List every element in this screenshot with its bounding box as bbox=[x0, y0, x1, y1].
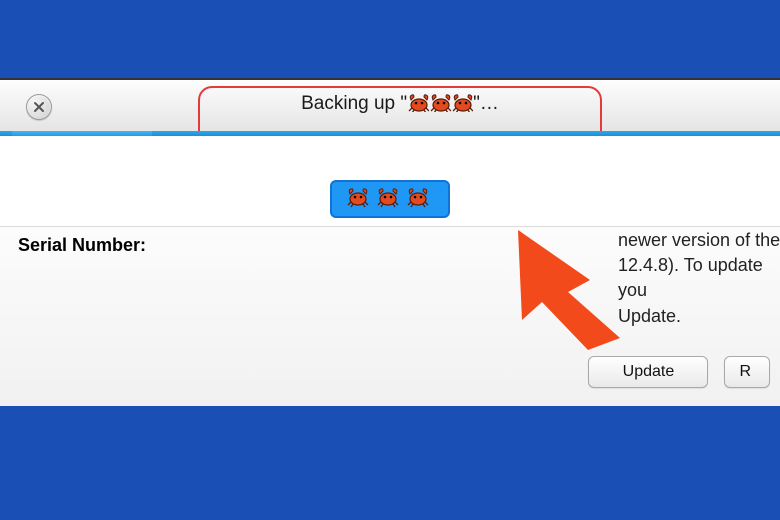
status-suffix: "… bbox=[473, 93, 499, 114]
status-prefix: Backing up " bbox=[301, 93, 407, 114]
serial-number-label: Serial Number: bbox=[18, 235, 146, 256]
info-line-1: newer version of the bbox=[618, 230, 780, 250]
crab-icon bbox=[406, 186, 434, 212]
close-icon bbox=[33, 101, 45, 113]
titlebar: Backing up " "… bbox=[0, 80, 780, 136]
device-info-panel: Serial Number: newer version of the 12.4… bbox=[0, 226, 780, 406]
crab-icon bbox=[451, 92, 473, 112]
device-tab[interactable] bbox=[330, 180, 450, 226]
restore-button[interactable]: R bbox=[724, 356, 770, 388]
update-button[interactable]: Update bbox=[588, 356, 708, 388]
button-row: Update R bbox=[588, 356, 770, 388]
device-name-icons bbox=[407, 92, 473, 112]
info-line-3: Update. bbox=[618, 306, 681, 326]
backup-status: Backing up " "… bbox=[198, 92, 602, 115]
toolbar-gap bbox=[0, 136, 780, 182]
app-window: Backing up " "… Serial Number: newer vers… bbox=[0, 78, 780, 406]
crab-icon bbox=[376, 186, 404, 212]
crab-icon bbox=[429, 92, 451, 112]
update-info-text: newer version of the 12.4.8). To update … bbox=[618, 228, 780, 329]
crab-icon bbox=[407, 92, 429, 112]
info-line-2: 12.4.8). To update you bbox=[618, 255, 763, 300]
backdrop: Backing up " "… Serial Number: newer vers… bbox=[0, 0, 780, 520]
crab-icon bbox=[346, 186, 374, 212]
close-button[interactable] bbox=[26, 94, 52, 120]
